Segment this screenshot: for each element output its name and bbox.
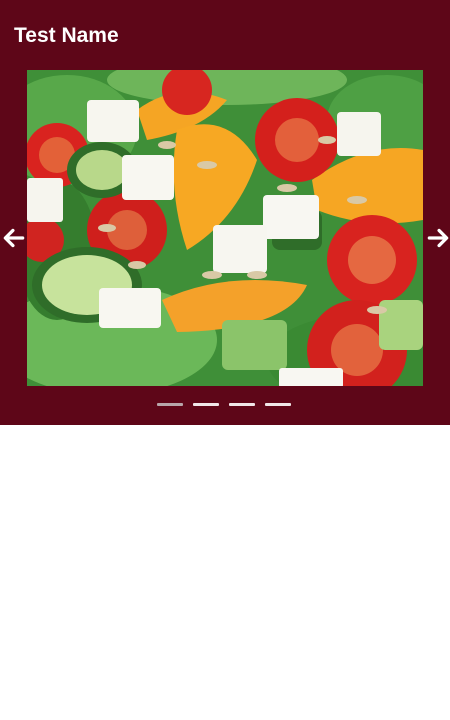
arrow-left-icon	[3, 228, 25, 248]
carousel-indicators	[157, 403, 291, 406]
carousel-indicator-1[interactable]	[157, 403, 183, 406]
carousel-indicator-2[interactable]	[193, 403, 219, 406]
prev-slide-button[interactable]	[0, 224, 28, 252]
next-slide-button[interactable]	[424, 224, 450, 252]
carousel-image	[27, 70, 423, 386]
carousel-indicator-3[interactable]	[229, 403, 255, 406]
arrow-right-icon	[427, 228, 449, 248]
header-panel: Test Name	[0, 0, 450, 425]
carousel-indicator-4[interactable]	[265, 403, 291, 406]
salad-photo	[27, 70, 423, 386]
page-title: Test Name	[14, 24, 119, 47]
